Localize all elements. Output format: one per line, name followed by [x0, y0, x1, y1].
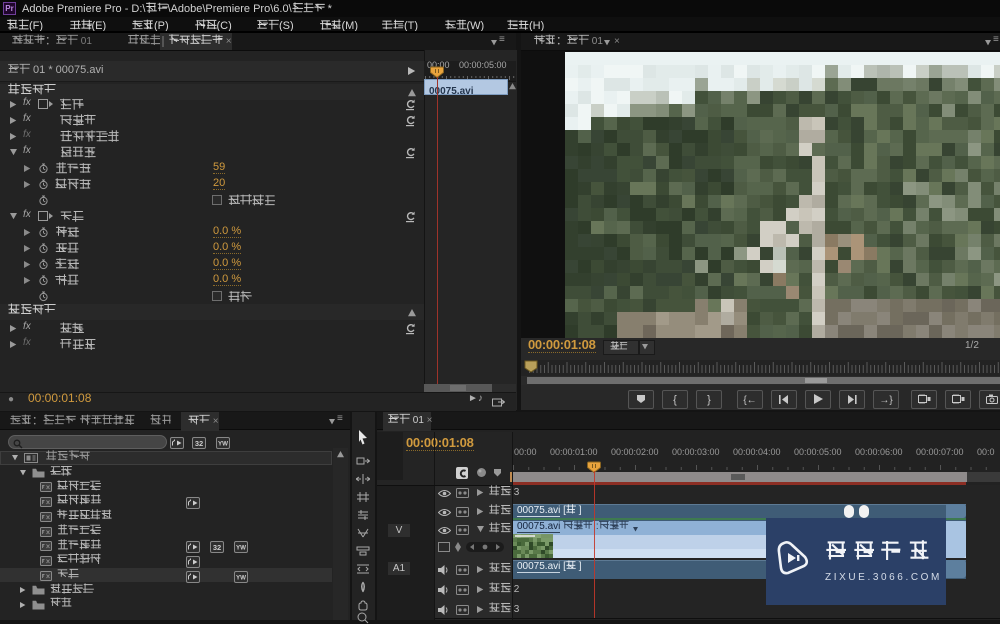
- svg-text:YW: YW: [236, 574, 246, 581]
- svg-text:YW: YW: [236, 545, 246, 552]
- svg-text:YW: YW: [218, 441, 228, 448]
- svg-text:32: 32: [213, 543, 221, 552]
- svg-text:32: 32: [195, 439, 203, 448]
